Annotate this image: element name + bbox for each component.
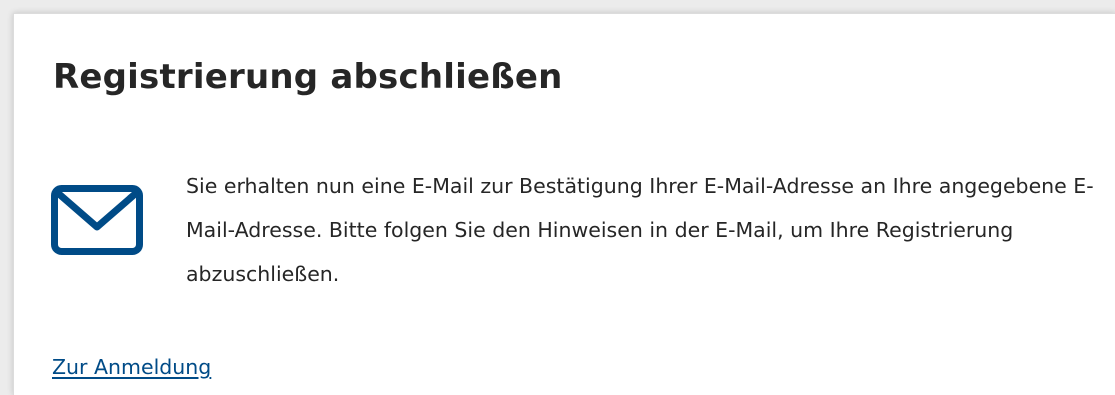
page-title: Registrierung abschließen <box>53 57 563 97</box>
confirmation-message: Sie erhalten nun eine E-Mail zur Bestäti… <box>186 174 1094 286</box>
confirmation-card: Registrierung abschließen Sie erhalten n… <box>13 13 1115 395</box>
login-link[interactable]: Zur Anmeldung <box>52 355 211 379</box>
envelope-icon <box>51 185 143 255</box>
